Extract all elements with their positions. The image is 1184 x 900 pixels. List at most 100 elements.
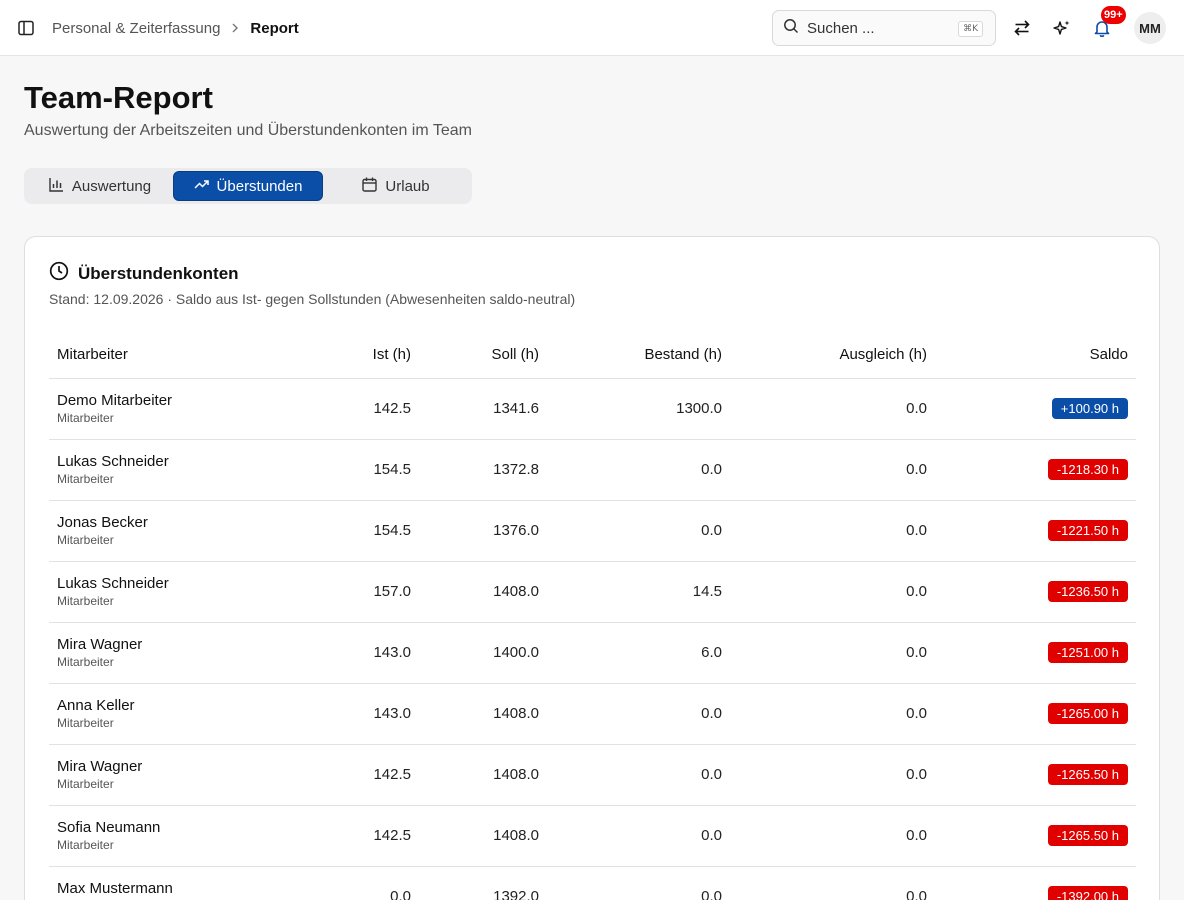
tab-auswertung[interactable]: Auswertung	[27, 171, 173, 201]
card-title: Überstundenkonten	[78, 263, 239, 283]
search-input[interactable]	[807, 19, 947, 37]
card-description: Stand: 12.09.2026 · Saldo aus Ist- gegen…	[49, 291, 576, 307]
employee-cell: Lukas Schneider Mitarbeiter	[49, 561, 279, 623]
saldo-badge: -1265.50 h	[1047, 825, 1128, 846]
col-header-soll[interactable]: Soll (h)	[419, 331, 547, 379]
table-row[interactable]: Mira Wagner Mitarbeiter 143.0 1400.0 6.0 0.0-…	[49, 622, 1136, 684]
search-box[interactable]: ⌘K	[772, 10, 996, 46]
bestand-hours: 14.5	[547, 561, 730, 623]
employee-name: Lukas Schneider	[57, 574, 169, 592]
soll-hours: 1400.0	[419, 622, 547, 684]
ausgleich-hours: 0.0	[730, 561, 935, 623]
table-row[interactable]: Sofia Neumann Mitarbeiter 142.5 1408.0 0.0 0.…	[49, 805, 1136, 867]
ist-hours: 142.5	[279, 744, 419, 806]
employee-role: Mitarbeiter	[57, 654, 114, 669]
saldo-cell: -1265.00 h	[935, 683, 1136, 745]
employee-name: Demo Mitarbeiter	[57, 391, 173, 409]
tab-ueberstunden[interactable]: Überstunden	[173, 171, 323, 201]
soll-hours: 1341.6	[419, 378, 547, 440]
employee-name: Anna Keller	[57, 696, 135, 714]
employee-name: Lukas Schneider	[57, 452, 169, 470]
switch-arrows-icon[interactable]	[1008, 14, 1036, 42]
table-row[interactable]: Demo Mitarbeiter Mitarbeiter 142.5 1341.6 13…	[49, 378, 1136, 440]
employee-name: Max Mustermann	[57, 879, 173, 897]
table-row[interactable]: Max MustermannMitarbeiter0.01392.00.00.0…	[49, 866, 1136, 900]
chevron-right-icon	[230, 23, 240, 33]
saldo-badge: +100.90 h	[1051, 398, 1128, 419]
page-subtitle: Auswertung der Arbeitszeiten und Überstu…	[24, 122, 472, 139]
ausgleich-hours: 0.0	[730, 866, 935, 900]
breadcrumb: Personal & Zeiterfassung Report	[52, 18, 299, 38]
breadcrumb-parent-link[interactable]: Personal & Zeiterfassung	[52, 20, 220, 37]
employee-cell: Jonas Becker Mitarbeiter	[49, 500, 279, 562]
employee-cell: Demo Mitarbeiter Mitarbeiter	[49, 378, 279, 440]
employee-role: Mitarbeiter	[57, 715, 114, 730]
tab-auswertung-label: Auswertung	[71, 177, 152, 195]
employee-cell: Mira Wagner Mitarbeiter	[49, 744, 279, 806]
search-icon	[783, 18, 799, 39]
ist-hours: 143.0	[279, 683, 419, 745]
col-header-mitarbeiter[interactable]: Mitarbeiter	[49, 331, 279, 379]
overtime-accounts-card: Überstundenkonten Stand: 12.09.2026 · Sa…	[24, 236, 1160, 900]
ist-hours: 142.5	[279, 378, 419, 440]
tab-urlaub-label: Urlaub	[385, 177, 430, 195]
page-title: Team-Report	[24, 80, 213, 115]
top-bar: Personal & Zeiterfassung Report ⌘K 99+ M…	[0, 0, 1184, 56]
saldo-badge: -1218.30 h	[1047, 459, 1128, 480]
bestand-hours: 1300.0	[547, 378, 730, 440]
saldo-cell: -1251.00 h	[935, 622, 1136, 684]
bestand-hours: 0.0	[547, 500, 730, 562]
saldo-badge: -1236.50 h	[1047, 581, 1128, 602]
table-row[interactable]: Anna Keller Mitarbeiter 143.0 1408.0 0.0 0.0-…	[49, 683, 1136, 745]
employee-cell: Max MustermannMitarbeiter	[49, 866, 279, 900]
ausgleich-hours: 0.0	[730, 439, 935, 501]
bestand-hours: 0.0	[547, 439, 730, 501]
table-row[interactable]: Mira Wagner Mitarbeiter 142.5 1408.0 0.0 0.0-…	[49, 744, 1136, 806]
employee-role: Mitarbeiter	[57, 410, 114, 425]
ausgleich-hours: 0.0	[730, 378, 935, 440]
bestand-hours: 0.0	[547, 805, 730, 867]
trending-up-icon	[194, 177, 217, 196]
ausgleich-hours: 0.0	[730, 500, 935, 562]
bestand-hours: 6.0	[547, 622, 730, 684]
soll-hours: 1408.0	[419, 744, 547, 806]
ausgleich-hours: 0.0	[730, 683, 935, 745]
ist-hours: 154.5	[279, 500, 419, 562]
employee-name: Jonas Becker	[57, 513, 148, 531]
ausgleich-hours: 0.0	[730, 622, 935, 684]
employee-cell: Sofia Neumann Mitarbeiter	[49, 805, 279, 867]
saldo-badge: -1265.00 h	[1047, 703, 1128, 724]
saldo-cell: -1218.30 h	[935, 439, 1136, 501]
ausgleich-hours: 0.0	[730, 744, 935, 806]
employee-cell: Anna Keller Mitarbeiter	[49, 683, 279, 745]
ist-hours: 154.5	[279, 439, 419, 501]
table-row[interactable]: Lukas Schneider Mitarbeiter 157.0 1408.0 14.…	[49, 561, 1136, 623]
tab-urlaub[interactable]: Urlaub	[323, 171, 469, 201]
overtime-table: Mitarbeiter Ist (h) Soll (h) Bestand (h)…	[49, 331, 1136, 900]
col-header-ist[interactable]: Ist (h)	[279, 331, 419, 379]
breadcrumb-current: Report	[250, 19, 299, 37]
table-row[interactable]: Lukas Schneider Mitarbeiter 154.5 1372.8 0.0…	[49, 439, 1136, 501]
col-header-saldo[interactable]: Saldo	[935, 331, 1136, 379]
table-row[interactable]: Jonas Becker Mitarbeiter 154.5 1376.0 0.0 0.0…	[49, 500, 1136, 562]
col-header-ausgleich[interactable]: Ausgleich (h)	[730, 331, 935, 379]
avatar[interactable]: MM	[1134, 12, 1166, 44]
table-body: Demo Mitarbeiter Mitarbeiter 142.5 1341.6 13…	[49, 378, 1136, 900]
sidebar-toggle-icon[interactable]	[16, 18, 36, 38]
calendar-icon	[362, 177, 385, 196]
saldo-cell: -1265.50 h	[935, 805, 1136, 867]
saldo-cell: -1221.50 h	[935, 500, 1136, 562]
col-header-bestand[interactable]: Bestand (h)	[547, 331, 730, 379]
ist-hours: 157.0	[279, 561, 419, 623]
sparkles-icon[interactable]	[1048, 14, 1076, 42]
bestand-hours: 0.0	[547, 683, 730, 745]
bestand-hours: 0.0	[547, 866, 730, 900]
employee-role: Mitarbeiter	[57, 776, 114, 791]
table-header-row: Mitarbeiter Ist (h) Soll (h) Bestand (h)…	[49, 331, 1136, 379]
saldo-cell: -1236.50 h	[935, 561, 1136, 623]
notification-badge: 99+	[1101, 6, 1126, 24]
ist-hours: 0.0	[279, 866, 419, 900]
soll-hours: 1376.0	[419, 500, 547, 562]
ausgleich-hours: 0.0	[730, 805, 935, 867]
ist-hours: 142.5	[279, 805, 419, 867]
